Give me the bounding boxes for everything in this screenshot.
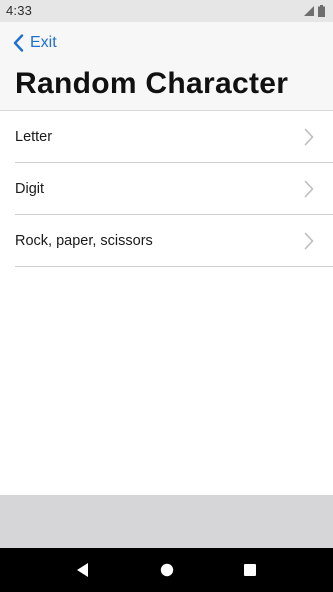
list-item-rock-paper-scissors[interactable]: Rock, paper, scissors — [0, 215, 333, 267]
home-circle-icon[interactable] — [160, 563, 174, 577]
chevron-right-icon — [304, 232, 314, 250]
list-item-label: Letter — [15, 129, 53, 145]
status-time: 4:33 — [6, 3, 33, 18]
list-item-letter[interactable]: Letter — [0, 111, 333, 163]
page-title: Random Character — [15, 67, 289, 100]
navigation-bar: Exit Random Character — [0, 22, 333, 111]
character-type-list: Letter Digit Rock, paper, scissors — [0, 111, 333, 495]
list-item-digit[interactable]: Digit — [0, 163, 333, 215]
exit-button[interactable]: Exit — [13, 32, 57, 54]
signal-icon — [304, 6, 314, 16]
status-bar: 4:33 — [0, 0, 333, 22]
bottom-toolbar — [0, 495, 333, 548]
back-triangle-icon[interactable] — [76, 563, 90, 577]
system-navigation-bar — [0, 548, 333, 592]
recents-square-icon[interactable] — [243, 563, 257, 577]
list-item-label: Digit — [15, 181, 45, 197]
chevron-right-icon — [304, 180, 314, 198]
chevron-right-icon — [304, 128, 314, 146]
chevron-left-icon — [13, 34, 24, 52]
list-item-label: Rock, paper, scissors — [15, 233, 153, 249]
status-icons — [304, 5, 325, 17]
battery-icon — [318, 5, 325, 17]
exit-button-label: Exit — [30, 34, 57, 51]
